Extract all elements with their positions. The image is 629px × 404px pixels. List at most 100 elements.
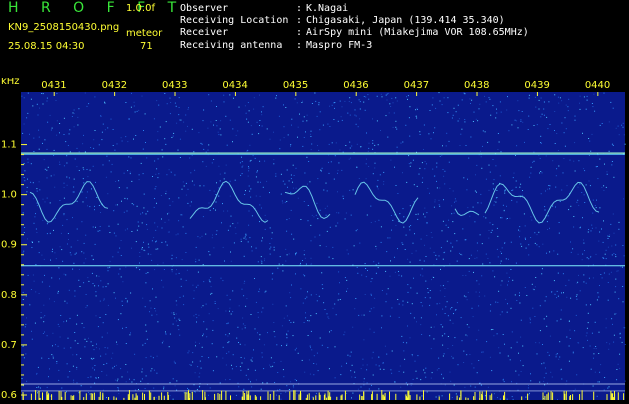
- noise-bar: [278, 395, 280, 400]
- noise-bar: [51, 394, 53, 400]
- noise-bar: [323, 395, 325, 400]
- noise-bar: [60, 391, 62, 400]
- noise-bar: [93, 392, 95, 400]
- noise-bar: [70, 395, 72, 400]
- noise-bar: [142, 392, 144, 400]
- noise-bar: [359, 394, 361, 400]
- noise-bar: [363, 391, 365, 400]
- noise-bar: [269, 394, 271, 400]
- noise-bar: [389, 391, 390, 400]
- noise-bar: [546, 394, 548, 400]
- noise-bar: [315, 395, 317, 400]
- noise-bar: [544, 395, 546, 400]
- noise-bar: [593, 391, 595, 400]
- noise-bar: [606, 394, 608, 400]
- y-tick-label: 0.6: [1, 390, 17, 400]
- noise-bar: [491, 393, 493, 400]
- time-label: 0431: [41, 80, 66, 91]
- noise-bar: [409, 395, 411, 400]
- noise-bar: [72, 395, 74, 400]
- noise-bar: [300, 392, 302, 400]
- noise-bar: [381, 390, 383, 400]
- noise-bar: [214, 393, 216, 400]
- noise-bar: [102, 392, 104, 400]
- noise-bar: [327, 390, 329, 400]
- noise-bar: [246, 395, 248, 400]
- time-label: 0435: [283, 80, 308, 91]
- noise-bar: [572, 394, 574, 400]
- noise-bar: [294, 390, 296, 400]
- noise-bar: [293, 390, 295, 400]
- info-row-location: Receiving Location: Chigasaki, Japan (139…: [180, 15, 505, 27]
- noise-bar: [163, 395, 165, 400]
- noise-bar: [148, 390, 150, 400]
- frequency-unit-label: kHz: [1, 78, 20, 87]
- header-panel: H R O F F T 1.0.0f KN9_2508150430.png me…: [0, 0, 629, 78]
- noise-bar: [407, 390, 409, 400]
- noise-bar: [565, 391, 567, 400]
- info-row-receiver: Receiver: AirSpy mini (Miakejima VOR 108.…: [180, 27, 529, 39]
- noise-bar: [186, 393, 188, 400]
- spectrogram-area: 1.1 1.0 0.9 0.8 0.7 0.6 0431 0432 0433 0434 0435 04…: [0, 76, 629, 401]
- noise-bar: [552, 392, 554, 400]
- file-name: KN9_2508150430.png: [8, 22, 120, 33]
- meteor-label: meteor: [126, 28, 163, 39]
- noise-bar: [306, 394, 308, 400]
- y-tick-label: 0.9: [1, 240, 17, 251]
- spectrogram-plot: 1.1 1.0 0.9 0.8 0.7 0.6 0431 0432 0433 0434 0435 04…: [0, 76, 629, 401]
- noise-bar: [408, 390, 410, 400]
- noise-bar: [298, 394, 300, 400]
- noise-bar: [503, 395, 504, 400]
- noise-bar: [416, 394, 418, 400]
- noise-bar: [395, 393, 397, 400]
- noise-bar: [474, 392, 476, 400]
- noise-bar: [564, 393, 566, 400]
- info-row-observer: Observer: K.Nagai: [180, 3, 349, 14]
- time-label: 0433: [162, 80, 187, 91]
- noise-bar: [92, 393, 94, 400]
- noise-bar: [230, 395, 231, 400]
- noise-bar: [79, 390, 81, 400]
- noise-bar: [267, 391, 269, 400]
- y-tick-label: 0.8: [1, 290, 17, 301]
- app-version: 1.0.0f: [126, 3, 155, 14]
- noise-bar: [504, 391, 506, 400]
- noise-bar: [344, 390, 346, 400]
- time-label: 0438: [464, 80, 489, 91]
- noise-bar: [38, 390, 40, 400]
- noise-bar: [221, 390, 223, 400]
- time-label: 0440: [585, 80, 610, 91]
- station-info: Observer: K.Nagai Receiving Location: Chig…: [180, 3, 529, 52]
- noise-bar: [371, 394, 373, 400]
- y-tick-label: 0.7: [1, 340, 17, 351]
- noise-bar: [527, 393, 529, 400]
- noise-bar: [481, 394, 483, 400]
- noise-bar: [361, 396, 363, 400]
- noise-bar: [136, 395, 138, 400]
- noise-bar: [217, 393, 219, 400]
- noise-bar: [384, 392, 386, 400]
- noise-bar: [248, 390, 250, 400]
- noise-bar: [614, 393, 616, 400]
- spectrogram-background: [21, 92, 625, 400]
- noise-bar: [273, 390, 275, 400]
- noise-bar: [132, 394, 134, 400]
- noise-bar: [30, 393, 32, 400]
- y-tick-label: 1.0: [1, 190, 17, 201]
- noise-bar: [42, 392, 43, 400]
- noise-bar: [289, 391, 291, 400]
- noise-bar: [35, 390, 37, 400]
- noise-bar: [376, 393, 378, 400]
- noise-bar: [419, 396, 421, 400]
- y-tick-label: 1.1: [1, 140, 17, 151]
- noise-bar: [188, 390, 189, 400]
- noise-bar: [547, 392, 549, 400]
- time-label: 0439: [524, 80, 549, 91]
- noise-bar: [579, 394, 581, 400]
- noise-bar: [244, 393, 246, 400]
- noise-bar: [184, 392, 186, 400]
- info-row-antenna: Receiving antenna: Maspro FM-3: [180, 39, 373, 51]
- noise-bar: [47, 394, 49, 400]
- time-label: 0432: [102, 80, 127, 91]
- noise-bar: [167, 392, 169, 400]
